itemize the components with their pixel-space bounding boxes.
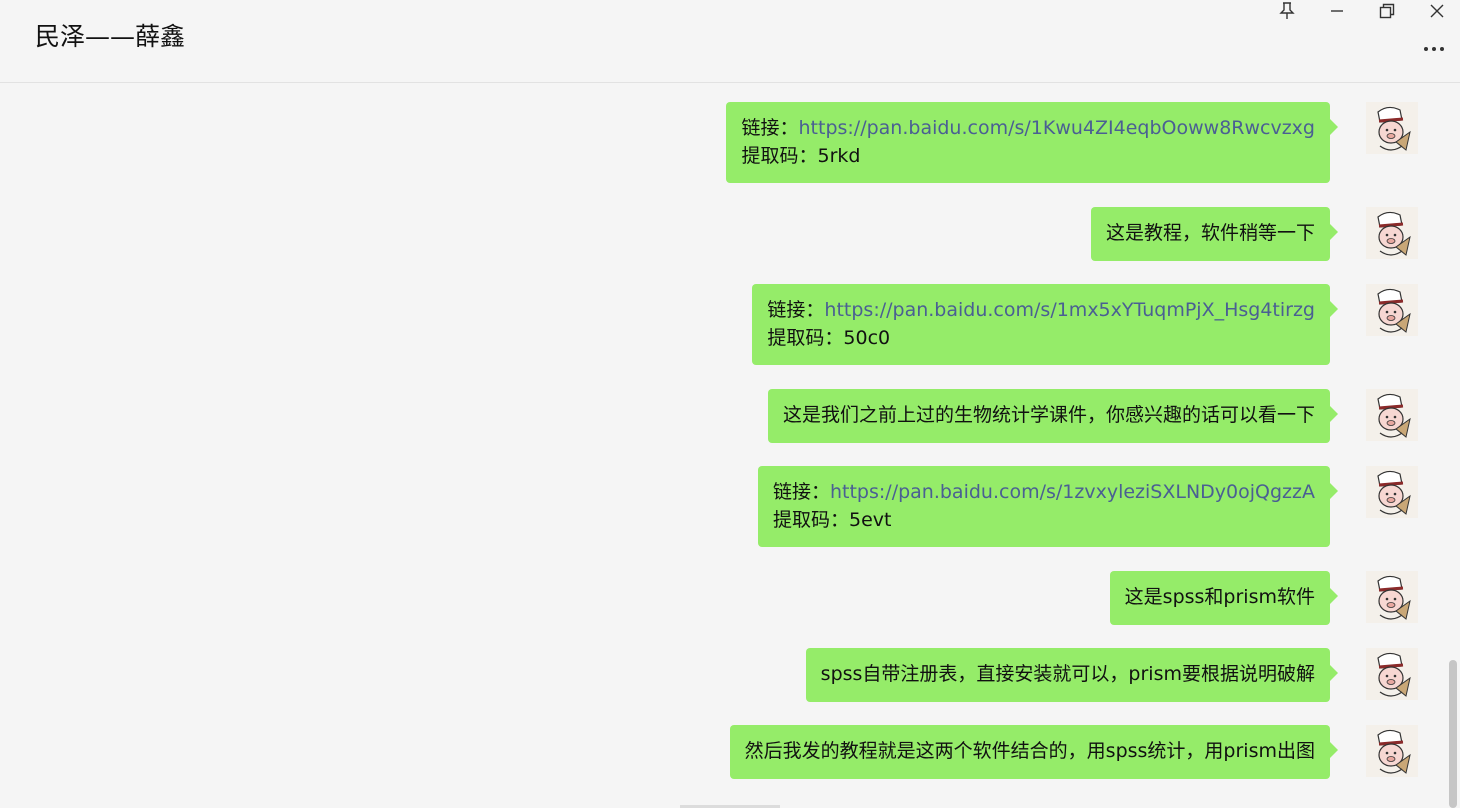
extract-code: 5evt [848,509,892,531]
extract-code: 5rkd [817,145,861,167]
link-label: 链接： [741,117,799,139]
more-icon[interactable] [1422,38,1450,58]
message-text: 然后我发的教程就是这两个软件结合的，用spss统计，用prism出图 [744,740,1315,762]
minimize-icon[interactable] [1320,0,1354,22]
code-label: 提取码： [772,509,849,531]
avatar[interactable] [1366,466,1418,518]
code-label: 提取码： [741,145,818,167]
avatar[interactable] [1366,648,1418,700]
share-link[interactable]: https://pan.baidu.com/s/1mx5xYTuqmPjX_Hs… [824,299,1315,321]
scrollbar-thumb[interactable] [1449,660,1457,808]
restore-icon[interactable] [1370,0,1404,22]
message-text: 这是我们之前上过的生物统计学课件，你感兴趣的话可以看一下 [782,404,1315,426]
avatar[interactable] [1366,571,1418,623]
message-bubble[interactable]: spss自带注册表，直接安装就可以，prism要根据说明破解 [805,648,1339,702]
avatar[interactable] [1366,284,1418,336]
extract-code: 50c0 [843,327,891,349]
code-label: 提取码： [767,327,844,349]
message-bubble[interactable]: 这是spss和prism软件 [1109,571,1339,625]
avatar[interactable] [1366,389,1418,441]
link-label: 链接： [767,299,825,321]
link-label: 链接： [772,481,830,503]
chat-header: 民泽——薛鑫 [0,0,1460,83]
close-icon[interactable] [1420,0,1454,22]
pin-icon[interactable] [1270,0,1304,22]
message-text: spss自带注册表，直接安装就可以，prism要根据说明破解 [820,663,1315,685]
message-text: 这是教程，软件稍等一下 [1105,222,1315,244]
chat-title: 民泽——薛鑫 [35,22,186,51]
share-link[interactable]: https://pan.baidu.com/s/1Kwu4ZI4eqbOoww8… [799,117,1316,139]
message-list[interactable]: 链接：https://pan.baidu.com/s/1Kwu4ZI4eqbOo… [0,83,1460,808]
message-bubble[interactable]: 链接：https://pan.baidu.com/s/1zvxyleziSXLN… [757,466,1339,547]
message-bubble[interactable]: 然后我发的教程就是这两个软件结合的，用spss统计，用prism出图 [729,725,1339,779]
message-bubble[interactable]: 这是我们之前上过的生物统计学课件，你感兴趣的话可以看一下 [767,389,1339,443]
message-bubble[interactable]: 这是教程，软件稍等一下 [1090,207,1339,261]
message-text: 这是spss和prism软件 [1124,586,1315,608]
share-link[interactable]: https://pan.baidu.com/s/1zvxyleziSXLNDy0… [830,481,1315,503]
avatar[interactable] [1366,725,1418,777]
avatar[interactable] [1366,102,1418,154]
avatar[interactable] [1366,207,1418,259]
message-bubble[interactable]: 链接：https://pan.baidu.com/s/1mx5xYTuqmPjX… [752,284,1338,365]
message-bubble[interactable]: 链接：https://pan.baidu.com/s/1Kwu4ZI4eqbOo… [726,102,1338,183]
